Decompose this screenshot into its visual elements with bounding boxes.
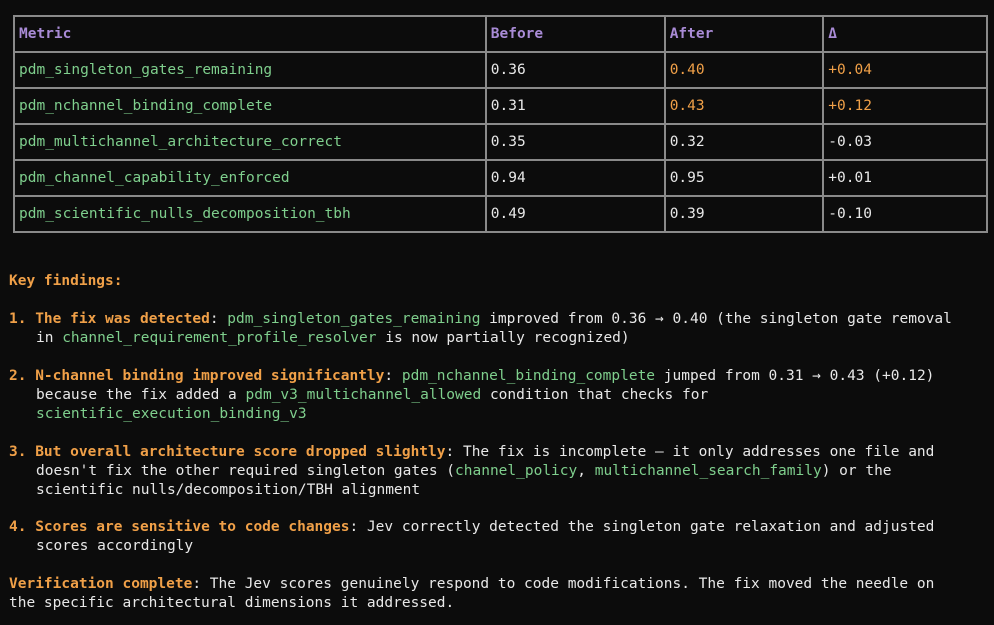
finding-item-3: 3. But overall architecture score droppe… xyxy=(9,443,989,500)
metric-name: pdm_singleton_gates_remaining xyxy=(13,51,487,89)
finding-text: , xyxy=(577,463,595,479)
terminal-output: Metric Before After Δ pdm_singleton_gate… xyxy=(0,0,994,625)
metric-name: pdm_scientific_nulls_decomposition_tbh xyxy=(13,195,487,233)
delta-value: -0.10 xyxy=(822,195,988,233)
finding-text: : The fix is incomplete — it only addres… xyxy=(445,444,935,460)
table-row: pdm_scientific_nulls_decomposition_tbh 0… xyxy=(13,195,988,233)
after-value: 0.32 xyxy=(663,123,825,161)
before-value: 0.31 xyxy=(484,87,666,125)
code-reference: pdm_v3_multichannel_allowed xyxy=(245,387,482,403)
after-value: 0.95 xyxy=(663,159,825,197)
table-row: pdm_multichannel_architecture_correct 0.… xyxy=(13,123,988,161)
delta-value: +0.01 xyxy=(822,159,988,197)
header-after: After xyxy=(663,15,825,53)
before-value: 0.35 xyxy=(484,123,666,161)
verification-text: the specific architectural dimensions it… xyxy=(9,595,455,611)
code-reference: pdm_nchannel_binding_complete xyxy=(401,368,656,384)
finding-heading: The fix was detected xyxy=(35,311,210,327)
finding-text: : Jev correctly detected the singleton g… xyxy=(349,519,935,535)
after-value: 0.39 xyxy=(663,195,825,233)
code-reference: scientific_execution_binding_v3 xyxy=(36,406,307,422)
delta-value: +0.04 xyxy=(822,51,988,89)
verification-heading: Verification complete xyxy=(9,576,193,592)
finding-number: 2. xyxy=(9,368,27,384)
finding-number: 4. xyxy=(9,519,27,535)
before-value: 0.49 xyxy=(484,195,666,233)
finding-item-4: 4. Scores are sensitive to code changes:… xyxy=(9,518,989,556)
finding-number: 1. xyxy=(9,311,27,327)
finding-item-1: 1. The fix was detected: pdm_singleton_g… xyxy=(9,310,989,348)
table-header-row: Metric Before After Δ xyxy=(13,15,988,53)
finding-text: : xyxy=(209,311,228,327)
after-value: 0.40 xyxy=(663,51,825,89)
key-findings-heading: Key findings: xyxy=(9,273,123,289)
table-row: pdm_singleton_gates_remaining 0.36 0.40 … xyxy=(13,51,988,89)
finding-text: ) or the xyxy=(821,463,892,479)
verification-summary: Verification complete: The Jev scores ge… xyxy=(9,575,989,613)
finding-text: improved from 0.36 → 0.40 (the singleton… xyxy=(480,311,952,327)
finding-text: scores accordingly xyxy=(36,538,194,554)
finding-heading: But overall architecture score dropped s… xyxy=(35,444,446,460)
code-reference: pdm_singleton_gates_remaining xyxy=(227,311,481,327)
finding-text: jumped from 0.31 → 0.43 (+0.12) xyxy=(655,368,935,384)
after-value: 0.43 xyxy=(663,87,825,125)
finding-heading: N-channel binding improved significantly xyxy=(35,368,385,384)
finding-text: : xyxy=(384,368,402,384)
finding-item-2: 2. N-channel binding improved significan… xyxy=(9,367,989,424)
code-reference: channel_policy xyxy=(455,463,578,479)
delta-value: -0.03 xyxy=(822,123,988,161)
finding-text: condition that checks for xyxy=(481,387,709,403)
table-row: pdm_channel_capability_enforced 0.94 0.9… xyxy=(13,159,988,197)
finding-text: because the fix added a xyxy=(36,387,246,403)
finding-text: is now partially recognized) xyxy=(376,330,630,346)
header-delta: Δ xyxy=(822,15,988,53)
table-row: pdm_nchannel_binding_complete 0.31 0.43 … xyxy=(13,87,988,125)
finding-heading: Scores are sensitive to code changes xyxy=(35,519,350,535)
header-before: Before xyxy=(484,15,666,53)
before-value: 0.36 xyxy=(484,51,666,89)
before-value: 0.94 xyxy=(484,159,666,197)
delta-value: +0.12 xyxy=(822,87,988,125)
finding-text: scientific nulls/decomposition/TBH align… xyxy=(36,482,421,498)
metric-name: pdm_channel_capability_enforced xyxy=(13,159,487,197)
header-metric: Metric xyxy=(13,15,487,53)
verification-text: : The Jev scores genuinely respond to co… xyxy=(192,576,935,592)
code-reference: channel_requirement_profile_resolver xyxy=(62,330,377,346)
code-reference: multichannel_search_family xyxy=(594,463,822,479)
finding-text: doesn't fix the other required singleton… xyxy=(36,463,456,479)
finding-number: 3. xyxy=(9,444,27,460)
finding-text: in xyxy=(36,330,63,346)
metric-name: pdm_nchannel_binding_complete xyxy=(13,87,487,125)
metrics-table: Metric Before After Δ pdm_singleton_gate… xyxy=(13,15,988,233)
metric-name: pdm_multichannel_architecture_correct xyxy=(13,123,487,161)
